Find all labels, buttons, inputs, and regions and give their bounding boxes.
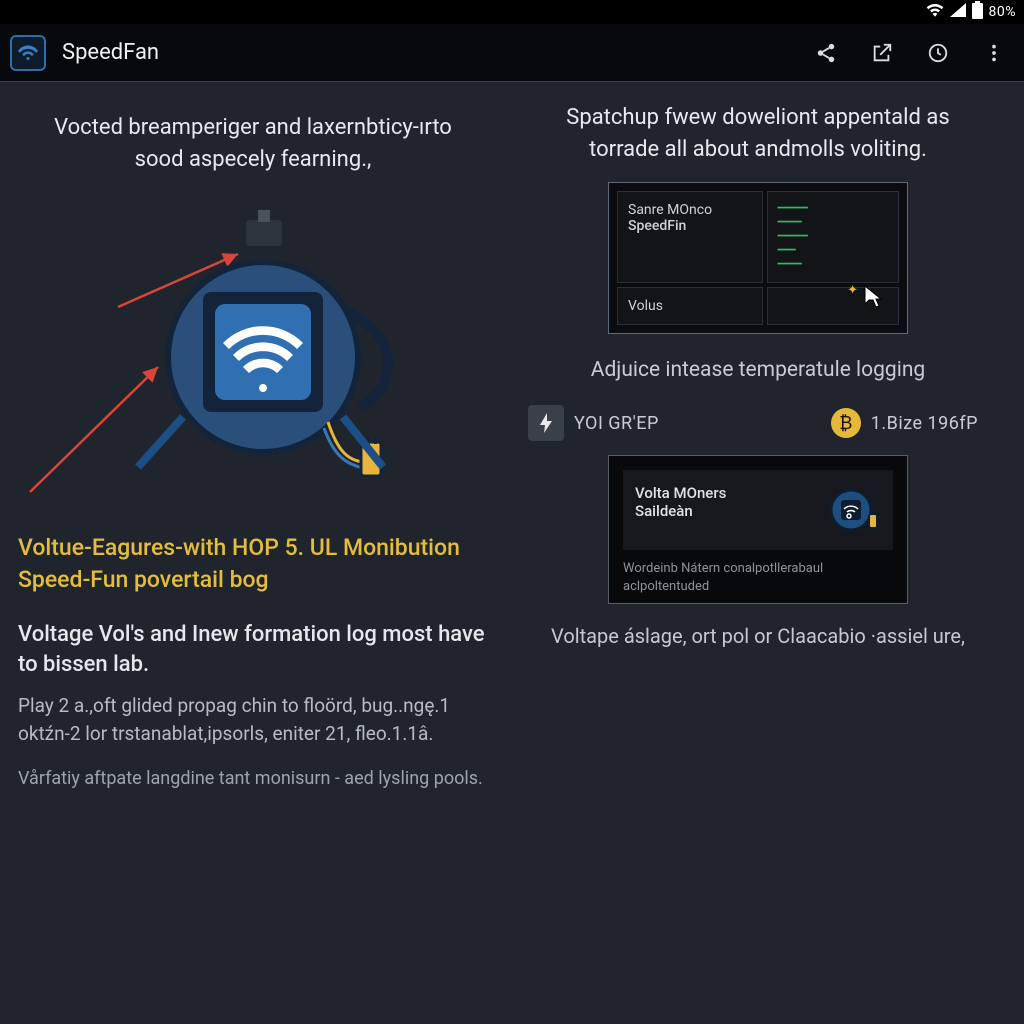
overflow-menu-icon[interactable]	[982, 41, 1006, 65]
preview-card[interactable]: Sanre MOnco SpeedFin ━━━━━━━━━━━━━━━━━━━…	[608, 182, 908, 334]
card2-description: Wordeinb Nátern conalpotllerabaul aclpol…	[623, 560, 893, 595]
feature-heading: Voltue-Eagures-with HOP 5. UL Monibution…	[18, 532, 488, 596]
intro-text-left: Vocted breamperiger and laxernbticy-ırto…	[18, 102, 488, 188]
paragraph-2: Vårfatiy aftpate langdine tant monisurn …	[18, 765, 488, 792]
share-icon[interactable]	[814, 41, 838, 65]
app-title: SpeedFan	[62, 40, 814, 65]
wifi-icon	[926, 3, 944, 21]
card2-title-1: Volta MOners	[635, 484, 726, 502]
external-link-icon[interactable]	[870, 41, 894, 65]
cursor-icon	[862, 284, 884, 314]
section-heading: Voltage Vol's and Inew formation log mos…	[18, 620, 488, 679]
stats-row: YOI GR'EP ₿ 1.Bize 196fP	[528, 405, 988, 441]
card2-title-2: Saildeàn	[635, 502, 726, 520]
app-icon[interactable]	[10, 35, 46, 71]
battery-icon	[972, 1, 983, 23]
preview-label-3: Volus	[628, 298, 752, 314]
preview-cell-title: Sanre MOnco SpeedFin	[617, 191, 763, 283]
stat-b-label: 1.Bize 196fP	[871, 413, 978, 434]
secondary-caption: Voltape áslage, ort pol or Claacabio ·as…	[538, 622, 978, 650]
preview-cell-lines: ━━━━━━━━━━━━━━━━━━━━━	[767, 191, 899, 283]
battery-percent: 80%	[989, 4, 1017, 20]
coin-icon: ₿	[831, 408, 861, 438]
preview-cell-volus: Volus	[617, 287, 763, 325]
secondary-card[interactable]: Volta MOners Saildeàn Wordeinb Nátern co…	[608, 455, 908, 604]
mini-device-icon	[827, 484, 881, 536]
preview-caption: Adjuice intease temperatule logging	[528, 356, 988, 385]
preview-cell-cursor: ✦	[767, 287, 899, 325]
preview-label-2: SpeedFin	[628, 218, 752, 234]
system-status-bar: 80%	[0, 0, 1024, 24]
stat-a-label: YOI GR'EP	[574, 413, 659, 434]
bolt-icon	[528, 405, 564, 441]
paragraph-1: Play 2 a.,oft glided propag chin to floö…	[18, 692, 488, 749]
feature-heading-highlight: HOP 5. UL	[232, 534, 337, 561]
device-illustration	[18, 192, 488, 502]
stat-b[interactable]: ₿ 1.Bize 196fP	[831, 408, 978, 438]
cell-signal-icon	[950, 3, 966, 21]
page-content: Vocted breamperiger and laxernbticy-ırto…	[0, 82, 1024, 808]
feature-heading-a: Voltue-Eagures-with	[18, 534, 232, 561]
preview-label-1: Sanre MOnco	[628, 202, 752, 218]
intro-text-right: Spatchup fwew doweliont appentald as tor…	[528, 102, 988, 176]
history-icon[interactable]	[926, 41, 950, 65]
app-bar: SpeedFan	[0, 24, 1024, 82]
stat-a[interactable]: YOI GR'EP	[528, 405, 659, 441]
